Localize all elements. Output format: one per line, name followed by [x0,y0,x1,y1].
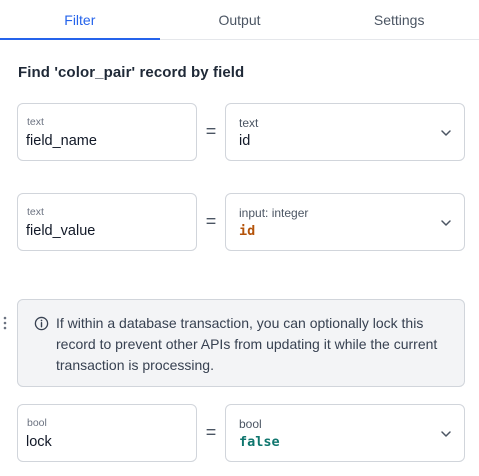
chevron-down-icon[interactable] [440,428,452,440]
field-name-type-label: text [27,116,44,128]
drag-handle-icon[interactable] [2,315,8,331]
field-name-selected-value: id [239,133,251,149]
field-name-value-type-label: text [239,116,259,130]
info-text: If within a database transaction, you ca… [56,315,438,373]
field-value-input[interactable]: text field_value [17,193,197,251]
field-value-value: field_value [26,223,96,239]
lock-value-type-label: bool [239,417,262,431]
chevron-down-icon[interactable] [440,127,452,139]
filter-row-field-value: text field_value = input: integer id [17,193,465,251]
info-circle-icon [34,316,49,331]
field-value-type-label: text [27,206,44,218]
tab-bar: Filter Output Settings [0,0,479,40]
filter-row-lock: bool lock = bool false [17,404,465,462]
page-title: Find 'color_pair' record by field [18,64,245,81]
field-value-value-select[interactable]: input: integer id [225,193,465,251]
tab-filter[interactable]: Filter [0,0,160,40]
field-name-value-select[interactable]: text id [225,103,465,161]
lock-value: lock [26,434,52,450]
field-value-value-type-label: input: integer [239,206,309,220]
info-callout: If within a database transaction, you ca… [17,299,465,387]
equals-operator: = [205,211,217,231]
tab-settings[interactable]: Settings [319,0,479,39]
equals-operator: = [205,121,217,141]
field-name-input[interactable]: text field_name [17,103,197,161]
lock-selected-value: false [239,434,280,450]
chevron-down-icon[interactable] [440,217,452,229]
lock-type-label: bool [27,417,47,429]
field-name-value: field_name [26,133,97,149]
equals-operator: = [205,422,217,442]
filter-row-field-name: text field_name = text id [17,103,465,161]
tab-output[interactable]: Output [160,0,320,39]
lock-value-select[interactable]: bool false [225,404,465,462]
field-value-selected-value: id [239,223,256,239]
lock-input[interactable]: bool lock [17,404,197,462]
